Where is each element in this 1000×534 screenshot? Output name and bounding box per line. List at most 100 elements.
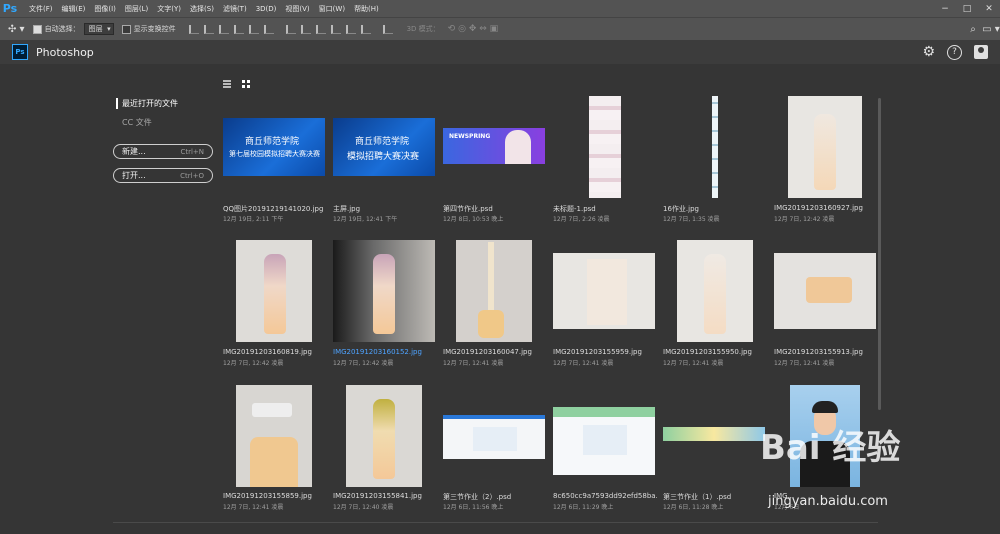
pan-3d-icon[interactable]: ✥ <box>469 24 477 34</box>
orbit-3d-icon[interactable]: ⟲ <box>448 24 456 34</box>
file-name[interactable]: 第三节作业（1）.psd <box>663 492 731 502</box>
align-top-icon[interactable] <box>233 24 244 34</box>
thumbnail-person <box>505 130 531 164</box>
cc-files-link[interactable]: CC 文件 <box>122 117 152 128</box>
align-right-icon[interactable] <box>218 24 229 34</box>
thumbnail[interactable] <box>333 240 435 342</box>
thumbnail-bottle <box>264 254 286 334</box>
thumbnail[interactable]: 商丘师范学院 模拟招聘大赛决赛 <box>333 118 435 176</box>
file-name[interactable]: 16作业.jpg <box>663 204 699 214</box>
distribute-middle-icon[interactable] <box>345 24 356 34</box>
scrollbar[interactable] <box>878 98 881 410</box>
menu-layer[interactable]: 图层(L) <box>125 4 148 14</box>
file-name[interactable]: 未标题-1.psd <box>553 204 596 214</box>
roll-3d-icon[interactable]: ◎ <box>458 24 466 34</box>
file-date: 12月 7日, 12:41 凌晨 <box>774 360 835 367</box>
file-name[interactable]: IMG20191203160927.jpg <box>774 204 863 212</box>
thumbnail-hair <box>812 401 838 413</box>
maximize-icon[interactable]: □ <box>956 4 978 14</box>
menu-edit[interactable]: 编辑(E) <box>62 4 86 14</box>
menu-window[interactable]: 窗口(W) <box>319 4 345 14</box>
thumbnail[interactable] <box>663 427 765 441</box>
file-name[interactable]: 第四节作业.psd <box>443 204 493 214</box>
align-left-icon[interactable] <box>188 24 199 34</box>
search-icon[interactable]: ⌕ <box>964 24 982 35</box>
distribute-center-icon[interactable] <box>300 24 311 34</box>
file-date: 12月 19日, 2:11 下午 <box>223 216 284 223</box>
move-tool-icon[interactable]: ✣ ▾ <box>8 24 25 35</box>
thumbnail[interactable]: NEWSPRING <box>443 128 545 164</box>
thumbnail[interactable] <box>236 240 312 342</box>
menu-type[interactable]: 文字(Y) <box>157 4 181 14</box>
new-shortcut: Ctrl+N <box>180 147 204 156</box>
auto-select-dropdown[interactable]: 图层 <box>83 23 114 35</box>
workspace-icon[interactable]: ▭ ▾ <box>982 24 1000 35</box>
grid-view-icon[interactable] <box>242 80 250 88</box>
open-button[interactable]: 打开... Ctrl+O <box>113 168 213 183</box>
file-name[interactable]: IMG20191203155859.jpg <box>223 492 312 500</box>
thumbnail[interactable] <box>553 253 655 329</box>
file-name[interactable]: IMG20191203155913.jpg <box>774 348 863 356</box>
auto-select-toggle[interactable]: 自动选择： 图层 <box>32 23 114 35</box>
distribute-right-icon[interactable] <box>315 24 326 34</box>
menu-file[interactable]: 文件(F) <box>29 4 53 14</box>
gear-icon[interactable]: ⚙ <box>922 44 935 60</box>
close-icon[interactable]: ✕ <box>978 4 1000 14</box>
menu-view[interactable]: 视图(V) <box>285 4 309 14</box>
file-name[interactable]: IMG20191203155950.jpg <box>663 348 752 356</box>
help-icon[interactable]: ? <box>947 44 962 60</box>
align-middle-icon[interactable] <box>248 24 259 34</box>
auto-align-icon[interactable] <box>382 24 393 34</box>
menu-3d[interactable]: 3D(D) <box>256 5 277 13</box>
thumbnail[interactable] <box>456 240 532 342</box>
show-transform-toggle[interactable]: 显示变换控件 <box>121 24 176 34</box>
file-name[interactable]: IMG20191203155959.jpg <box>553 348 642 356</box>
menu-help[interactable]: 帮助(H) <box>354 4 379 14</box>
file-name[interactable]: 第三节作业（2）.psd <box>443 492 511 502</box>
file-name[interactable]: IMG20191203160819.jpg <box>223 348 312 356</box>
thumbnail-pump <box>488 242 494 312</box>
recent-files-link[interactable]: 最近打开的文件 <box>116 98 178 109</box>
menu-select[interactable]: 选择(S) <box>190 4 214 14</box>
thumbnail[interactable] <box>677 240 753 342</box>
thumbnail[interactable] <box>589 96 621 198</box>
show-transform-checkbox[interactable] <box>121 24 131 34</box>
menu-image[interactable]: 图像(I) <box>94 4 116 14</box>
thumbnail-soap <box>806 277 852 303</box>
thumbnail[interactable] <box>443 415 545 459</box>
thumbnail-bottle <box>373 399 395 479</box>
new-button[interactable]: 新建... Ctrl+N <box>113 144 213 159</box>
file-name[interactable]: 8c650cc9a7593dd92efd58ba... <box>553 492 657 500</box>
file-name[interactable]: QQ图片20191219141020.jpg <box>223 204 323 214</box>
align-bottom-icon[interactable] <box>263 24 274 34</box>
thumbnail-text: 第七届校园模拟招聘大赛决赛 <box>229 150 320 158</box>
minimize-icon[interactable]: − <box>934 4 956 14</box>
scale-3d-icon[interactable]: ▣ <box>490 24 499 34</box>
list-view-icon[interactable] <box>223 80 231 88</box>
file-name[interactable]: IMG20191203160047.jpg <box>443 348 532 356</box>
thumbnail[interactable] <box>788 96 862 198</box>
distribute-bottom-icon[interactable] <box>360 24 371 34</box>
file-name-selected[interactable]: IMG20191203160152.jpg <box>333 348 422 356</box>
file-name[interactable]: IMG20191203155841.jpg <box>333 492 422 500</box>
user-account-icon[interactable] <box>974 45 988 59</box>
file-date: 12月 6日, 11:56 晚上 <box>443 504 504 511</box>
options-bar: ✣ ▾ 自动选择： 图层 显示变换控件 3D 模式： ⟲ ◎ ✥ ⇔ ▣ ⌕ ▭… <box>0 17 1000 40</box>
thumbnail[interactable] <box>236 385 312 487</box>
photoshop-logo-icon[interactable]: Ps <box>0 0 20 17</box>
thumbnail[interactable] <box>553 407 655 475</box>
thumbnail[interactable] <box>774 253 876 329</box>
file-date: 12月 7日, 1:35 凌晨 <box>663 216 720 223</box>
baidu-watermark-url: jingyan.baidu.com <box>768 494 888 509</box>
thumbnail-label <box>587 259 627 325</box>
distribute-left-icon[interactable] <box>285 24 296 34</box>
thumbnail[interactable]: 商丘师范学院 第七届校园模拟招聘大赛决赛 <box>223 118 325 176</box>
auto-select-checkbox[interactable] <box>32 24 42 34</box>
thumbnail[interactable] <box>346 385 422 487</box>
thumbnail[interactable] <box>712 96 718 198</box>
align-center-icon[interactable] <box>203 24 214 34</box>
file-name[interactable]: 主屏.jpg <box>333 204 360 214</box>
slide-3d-icon[interactable]: ⇔ <box>479 24 487 34</box>
distribute-top-icon[interactable] <box>330 24 341 34</box>
menu-filter[interactable]: 滤镜(T) <box>223 4 247 14</box>
